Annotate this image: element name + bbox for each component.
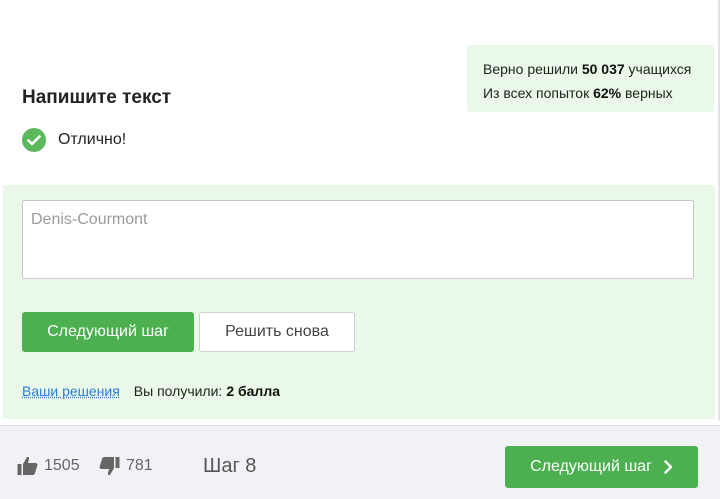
footer-bar: 1505 781 Шаг 8 Следующий шаг xyxy=(0,425,720,499)
status-row: Отлично! xyxy=(22,128,126,152)
step-label: Шаг 8 xyxy=(203,455,257,477)
dislike-button[interactable]: 781 xyxy=(99,456,153,476)
thumbs-up-icon xyxy=(17,456,38,475)
status-message: Отлично! xyxy=(58,131,127,148)
attempts-percent: 62% xyxy=(593,85,622,101)
solved-count: 50 037 xyxy=(581,61,625,77)
stats-panel: Верно решили 50 037 учащихся Из всех поп… xyxy=(467,45,714,112)
solve-again-button[interactable]: Решить снова xyxy=(199,312,355,352)
check-circle-icon xyxy=(22,128,46,152)
like-count: 1505 xyxy=(44,457,80,474)
result-row: Ваши решения Вы получили: 2 балла xyxy=(22,383,280,399)
solved-prefix: Верно решили xyxy=(483,61,578,77)
like-button[interactable]: 1505 xyxy=(17,456,80,476)
footer-next-step-label: Следующий шаг xyxy=(530,458,652,475)
received-label: Вы получили: xyxy=(133,383,223,399)
footer-next-step-button[interactable]: Следующий шаг xyxy=(505,446,698,488)
chevron-right-icon xyxy=(664,460,673,474)
answer-textbox[interactable]: Denis-Courmont xyxy=(22,200,694,279)
thumbs-down-icon xyxy=(99,457,120,476)
solved-suffix: учащихся xyxy=(628,61,692,77)
answer-area: Denis-Courmont Следующий шаг Решить снов… xyxy=(3,185,715,419)
next-step-button[interactable]: Следующий шаг xyxy=(22,312,194,352)
attempts-stat: Из всех попыток 62% верных xyxy=(483,81,714,105)
dislike-count: 781 xyxy=(126,457,153,474)
attempts-prefix: Из всех попыток xyxy=(483,85,590,101)
your-solutions-link[interactable]: Ваши решения xyxy=(22,383,120,399)
attempts-suffix: верных xyxy=(625,85,673,101)
solved-stat: Верно решили 50 037 учащихся xyxy=(483,57,714,81)
received-value: 2 балла xyxy=(226,383,280,399)
task-title: Напишите текст xyxy=(22,87,172,108)
